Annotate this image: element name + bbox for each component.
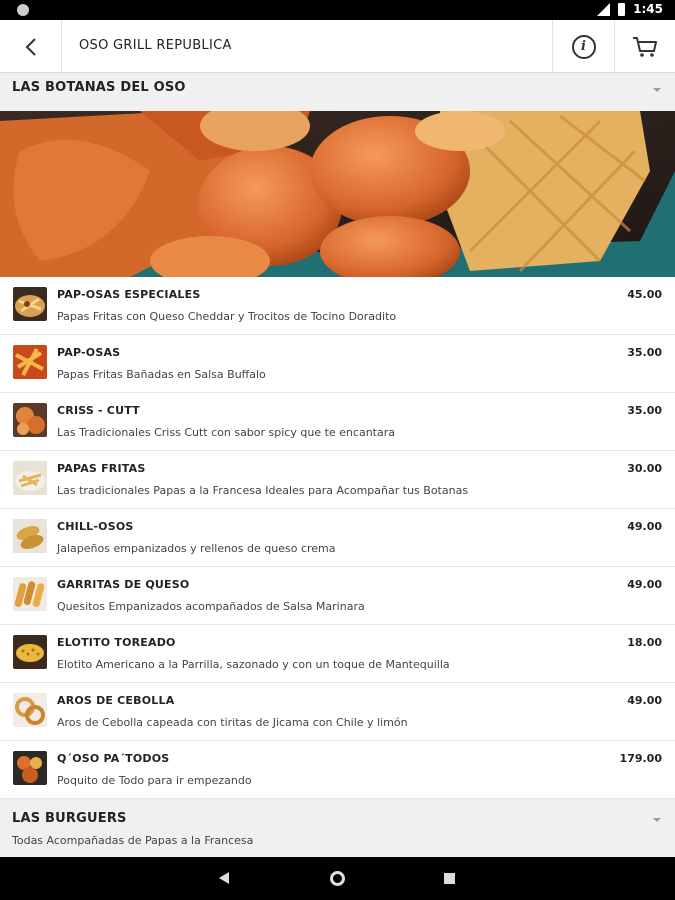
back-button[interactable] [0,20,62,73]
section-subtitle: Todas Acompañadas de Papas a la Francesa [12,834,254,847]
system-navigation-bar [0,857,675,900]
menu-item-description: Elotito Americano a la Parrilla, sazonad… [57,658,450,671]
status-time: 1:45 [633,2,663,16]
nav-recents-icon[interactable] [444,873,455,884]
menu-item[interactable]: CRISS - CUTT Las Tradicionales Criss Cut… [0,393,675,451]
page-title: OSO GRILL REPUBLICA [79,38,232,53]
menu-item-description: Papas Fritas con Queso Cheddar y Trocito… [57,310,397,323]
menu-item-list: PAP-OSAS ESPECIALES Papas Fritas con Que… [0,277,675,799]
info-button[interactable]: i [552,20,614,73]
menu-item-name: PAP-OSAS ESPECIALES [57,288,201,301]
section-title: LAS BOTANAS DEL OSO [12,80,186,95]
menu-item-price: 18.00 [627,636,662,649]
menu-item-name: CHILL-OSOS [57,520,134,533]
menu-item-thumbnail [13,577,47,611]
chevron-left-icon [25,37,36,56]
menu-item-price: 49.00 [627,694,662,707]
menu-item-name: ELOTITO TOREADO [57,636,176,649]
menu-item-price: 179.00 [619,752,662,765]
menu-item-description: Poquito de Todo para ir empezando [57,774,252,787]
nav-home-icon[interactable] [330,871,345,886]
menu-item-price: 45.00 [627,288,662,301]
menu-item-thumbnail [13,403,47,437]
menu-item-price: 35.00 [627,404,662,417]
menu-item-thumbnail [13,693,47,727]
info-icon: i [571,34,596,59]
menu-item-description: Quesitos Empanizados acompañados de Sals… [57,600,365,613]
menu-item-thumbnail [13,635,47,669]
section-title: LAS BURGUERS [12,811,127,826]
cart-icon [633,36,657,57]
menu-item[interactable]: AROS DE CEBOLLA Aros de Cebolla capeada … [0,683,675,741]
menu-item-name: PAP-OSAS [57,346,121,359]
menu-item-thumbnail [13,461,47,495]
menu-item-thumbnail [13,751,47,785]
section-header-burguers[interactable]: LAS BURGUERS Todas Acompañadas de Papas … [0,799,675,857]
menu-item-name: Q´OSO PA´TODOS [57,752,170,765]
menu-item-price: 35.00 [627,346,662,359]
menu-item-thumbnail [13,345,47,379]
menu-item[interactable]: ELOTITO TOREADO Elotito Americano a la P… [0,625,675,683]
menu-item-name: CRISS - CUTT [57,404,140,417]
menu-item[interactable]: PAPAS FRITAS Las tradicionales Papas a l… [0,451,675,509]
section-header-botanas[interactable]: LAS BOTANAS DEL OSO [0,73,675,111]
menu-item-name: GARRITAS DE QUESO [57,578,190,591]
menu-item[interactable]: Q´OSO PA´TODOS Poquito de Todo para ir e… [0,741,675,799]
menu-item-price: 49.00 [627,578,662,591]
section-banner-image [0,111,675,277]
chevron-down-icon [653,88,661,92]
cart-button[interactable] [614,20,675,73]
menu-item[interactable]: PAP-OSAS ESPECIALES Papas Fritas con Que… [0,277,675,335]
menu-item-name: AROS DE CEBOLLA [57,694,175,707]
menu-item-price: 30.00 [627,462,662,475]
menu-item-description: Papas Fritas Bañadas en Salsa Buffalo [57,368,266,381]
menu-item-thumbnail [13,287,47,321]
notification-icon [17,4,29,16]
menu-item[interactable]: CHILL-OSOS Jalapeños empanizados y relle… [0,509,675,567]
menu-item[interactable]: PAP-OSAS Papas Fritas Bañadas en Salsa B… [0,335,675,393]
status-bar: 1:45 [0,0,675,20]
menu-item-name: PAPAS FRITAS [57,462,146,475]
menu-item-price: 49.00 [627,520,662,533]
menu-item-description: Las tradicionales Papas a la Francesa Id… [57,484,469,497]
chevron-down-icon [653,818,661,822]
menu-item-description: Las Tradicionales Criss Cutt con sabor s… [57,426,395,439]
menu-item-thumbnail [13,519,47,553]
menu-item[interactable]: GARRITAS DE QUESO Quesitos Empanizados a… [0,567,675,625]
menu-item-description: Aros de Cebolla capeada con tiritas de J… [57,716,408,729]
app-bar: OSO GRILL REPUBLICA i [0,20,675,73]
menu-item-description: Jalapeños empanizados y rellenos de ques… [57,542,336,555]
signal-icon [597,2,611,16]
battery-icon [618,2,626,16]
nav-back-icon[interactable] [219,872,229,884]
